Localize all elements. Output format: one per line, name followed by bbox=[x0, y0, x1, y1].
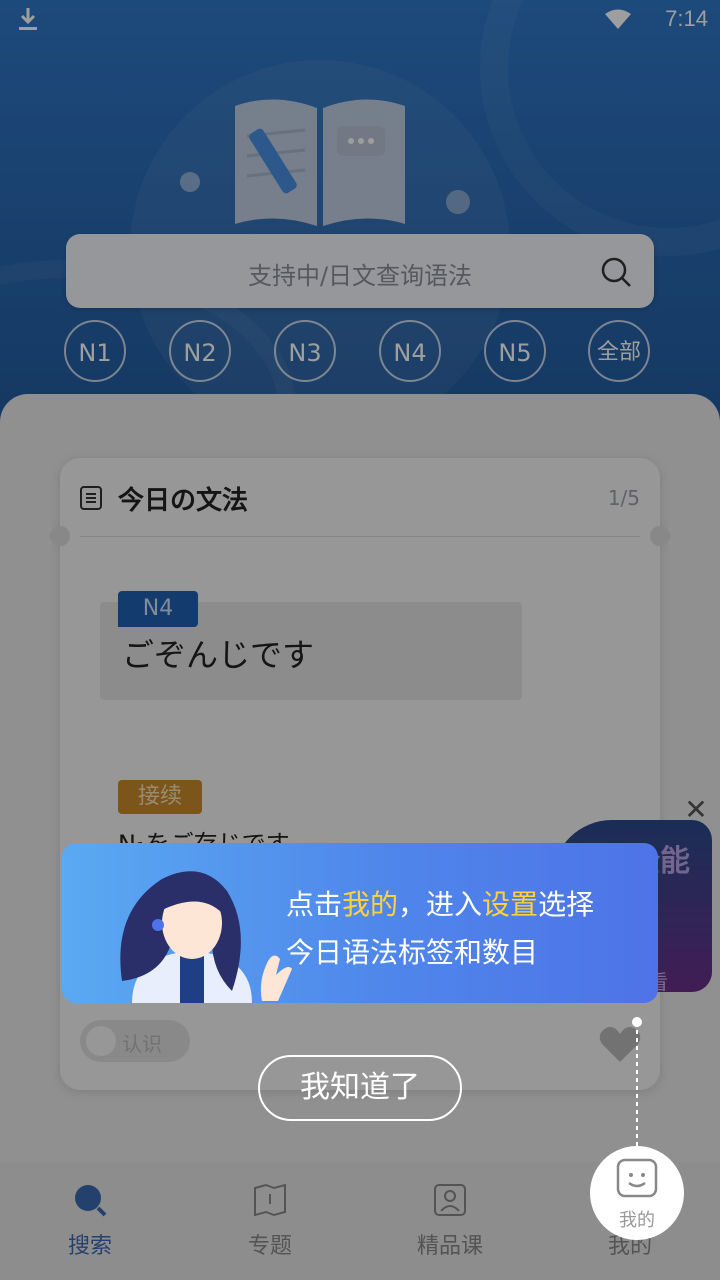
tip-text: 选择 bbox=[538, 888, 595, 921]
tip-line-1: 点击我的，进入设置选择 bbox=[286, 883, 594, 923]
profile-face-icon bbox=[616, 1158, 658, 1198]
tip-highlight-settings: 设置 bbox=[482, 888, 539, 921]
support-agent-illustration bbox=[120, 871, 292, 1003]
pointer-line bbox=[636, 1022, 638, 1146]
tip-line-2: 今日语法标签和数目 bbox=[286, 936, 539, 969]
highlight-label: 我的 bbox=[619, 1210, 655, 1231]
highlighted-mine-tab[interactable]: 我的 bbox=[590, 1146, 684, 1240]
guide-tip-banner: 点击我的，进入设置选择 今日语法标签和数目 bbox=[62, 843, 658, 1003]
tip-text: ，进入 bbox=[398, 888, 483, 921]
got-it-button[interactable]: 我知道了 bbox=[258, 1055, 462, 1121]
tip-text: 点击 bbox=[286, 888, 343, 921]
tip-highlight-mine: 我的 bbox=[342, 888, 399, 921]
